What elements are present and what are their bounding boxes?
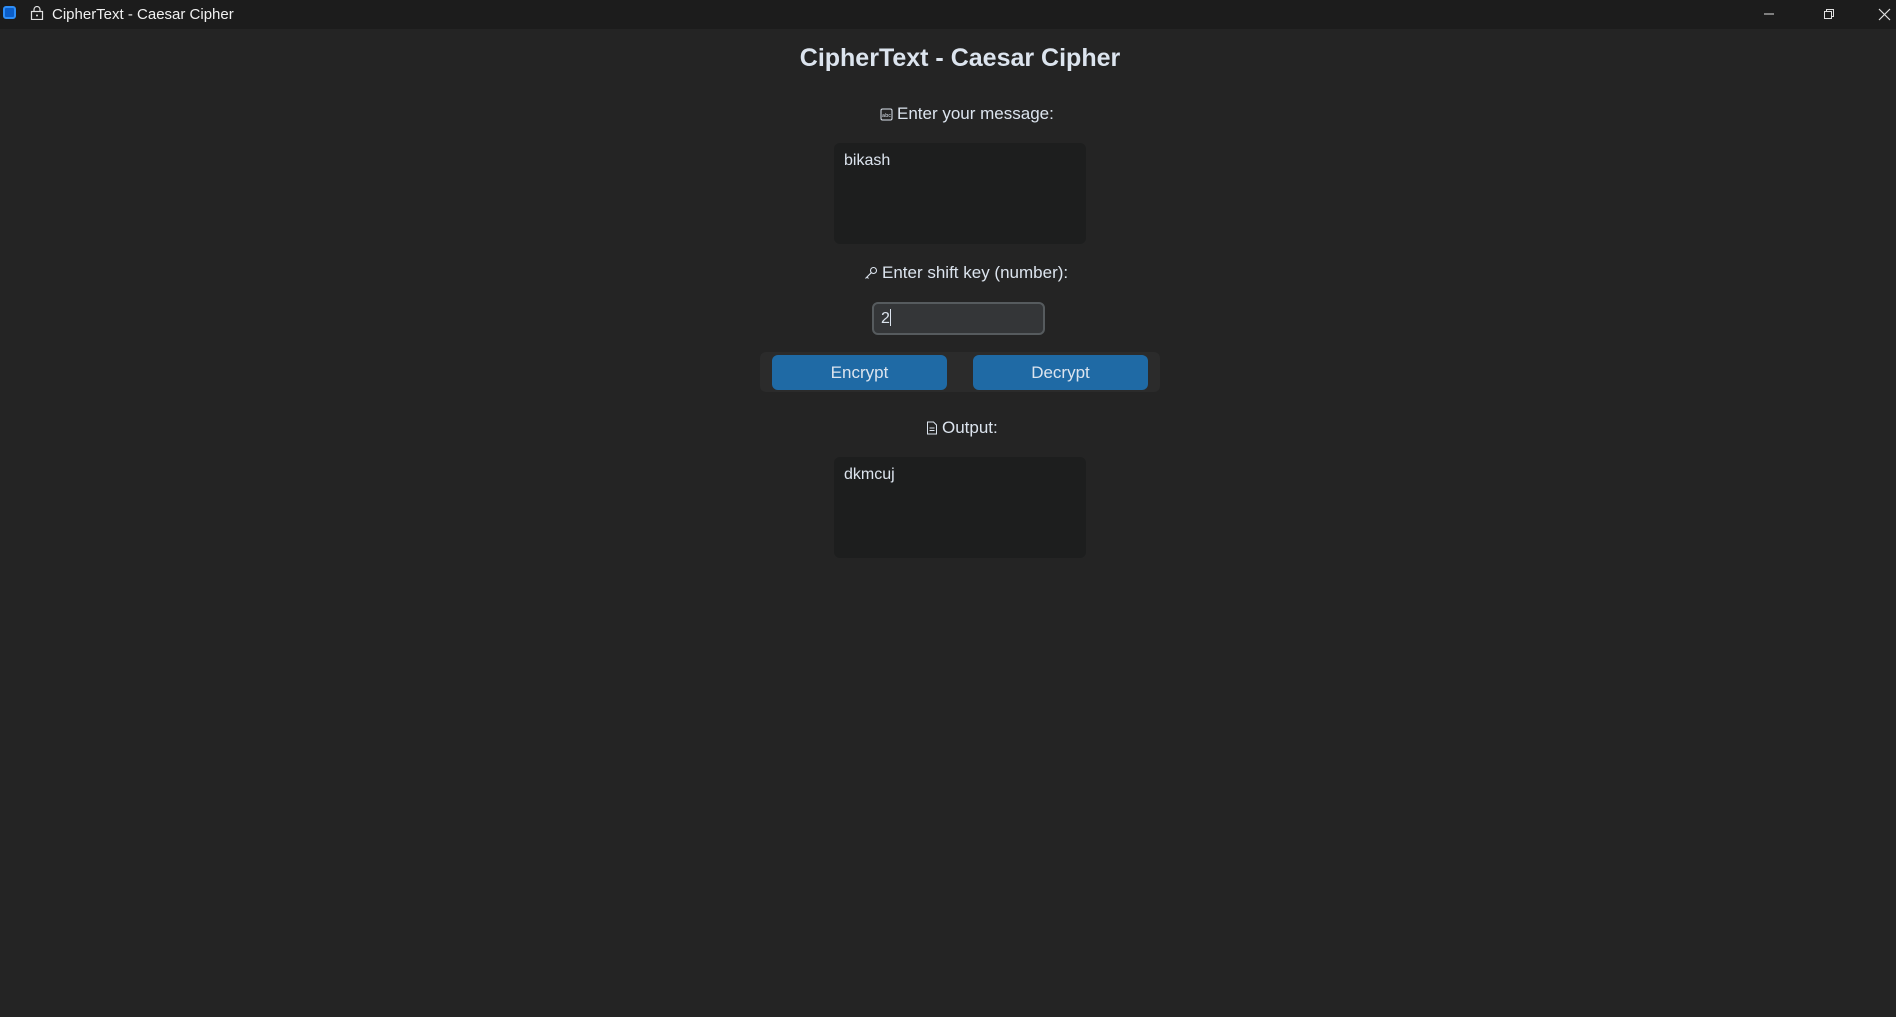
title-bar: CipherText - Caesar Cipher xyxy=(0,0,1896,29)
encrypt-button[interactable]: Encrypt xyxy=(772,355,947,390)
minimize-icon xyxy=(1764,13,1774,15)
window-title: CipherText - Caesar Cipher xyxy=(52,6,234,23)
shift-label: Enter shift key (number): xyxy=(864,263,1068,283)
svg-text:abc: abc xyxy=(882,113,891,119)
message-textbox[interactable]: bikash xyxy=(834,143,1086,244)
key-icon xyxy=(865,266,878,279)
close-button[interactable] xyxy=(1862,0,1896,29)
message-label: abc Enter your message: xyxy=(880,104,1054,124)
shift-key-value: 2 xyxy=(881,310,890,327)
output-label-text: Output: xyxy=(942,418,998,437)
output-textbox[interactable]: dkmcuj xyxy=(834,457,1086,558)
lock-icon xyxy=(30,6,44,20)
message-label-text: Enter your message: xyxy=(897,104,1054,123)
document-icon xyxy=(927,421,937,435)
restore-icon xyxy=(1824,9,1834,19)
output-label: Output: xyxy=(926,418,998,438)
minimize-button[interactable] xyxy=(1746,0,1792,29)
decrypt-button[interactable]: Decrypt xyxy=(973,355,1148,390)
close-icon xyxy=(1878,8,1891,21)
text-caret xyxy=(889,309,891,326)
shift-key-input[interactable]: 2 xyxy=(872,302,1045,335)
app-icon xyxy=(3,6,16,19)
restore-button[interactable] xyxy=(1806,0,1852,29)
page-title: CipherText - Caesar Cipher xyxy=(799,44,1121,72)
shift-label-text: Enter shift key (number): xyxy=(882,263,1069,282)
abc-input-icon: abc xyxy=(880,108,893,121)
